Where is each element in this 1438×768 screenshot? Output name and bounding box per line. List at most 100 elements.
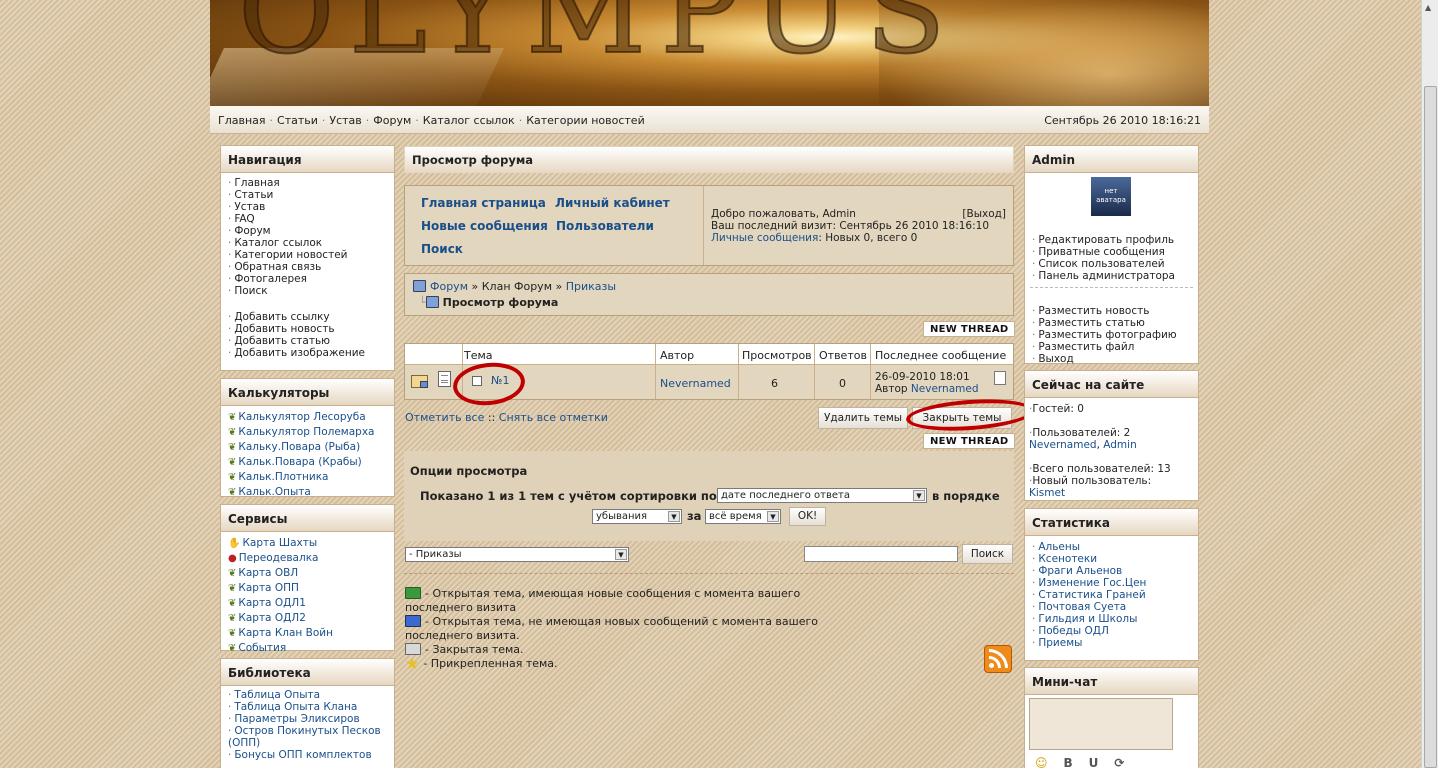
page-scrollbar[interactable]: ▲: [1421, 0, 1438, 768]
options-ok-button[interactable]: OK!: [789, 507, 826, 526]
calculator-link[interactable]: ❦ Калькулятор Полемарха: [228, 425, 387, 440]
stats-link-label[interactable]: Победы ОДЛ: [1038, 625, 1109, 637]
stats-link-label[interactable]: Изменение Гос.Цен: [1038, 577, 1146, 589]
user-menu-item-label[interactable]: Приватные сообщения: [1038, 246, 1165, 258]
calculator-link-label[interactable]: Кальк.Плотника: [238, 471, 328, 483]
add-item-label[interactable]: Добавить изображение: [234, 347, 365, 359]
nav-item[interactable]: · Главная: [228, 177, 387, 189]
order-select[interactable]: убывания ▼: [592, 509, 682, 524]
scrollbar-thumb[interactable]: [1424, 86, 1437, 768]
library-link[interactable]: · Параметры Эликсиров: [228, 713, 387, 725]
underline-icon[interactable]: U: [1089, 756, 1115, 768]
forum-jump-select[interactable]: - Приказы ▼: [405, 547, 629, 562]
library-link[interactable]: · Бонусы ОПП комплектов: [228, 749, 387, 761]
stats-link-label[interactable]: Альены: [1038, 541, 1080, 553]
service-link-label[interactable]: Карта Шахты: [242, 537, 317, 549]
rss-icon[interactable]: [984, 645, 1012, 673]
library-link-label[interactable]: Параметры Эликсиров: [234, 713, 359, 725]
calculator-link-label[interactable]: Кальк.Опыта: [238, 486, 310, 498]
nav-item[interactable]: · Форум: [228, 225, 387, 237]
stats-link[interactable]: · Статистика Граней: [1032, 589, 1191, 601]
service-link[interactable]: ❦ Карта ОВЛ: [228, 566, 387, 581]
col-last-post[interactable]: Последнее сообщение: [875, 349, 1006, 362]
user-post-item-label[interactable]: Разместить файл: [1038, 341, 1134, 353]
stats-link[interactable]: · Приемы: [1032, 637, 1191, 649]
add-item-label[interactable]: Добавить ссылку: [234, 311, 329, 323]
nav-item-label[interactable]: FAQ: [234, 213, 254, 225]
top-nav-link[interactable]: Устав: [329, 114, 361, 127]
service-link[interactable]: ❦ События: [228, 641, 387, 656]
mark-all-link[interactable]: Отметить все: [405, 411, 484, 424]
calculator-link-label[interactable]: Калькулятор Лесоруба: [238, 411, 365, 423]
library-link-label[interactable]: Таблица Опыта: [234, 689, 320, 701]
user-post-item[interactable]: · Выход: [1032, 353, 1177, 365]
last-post-author-link[interactable]: Nevernamed: [911, 383, 979, 395]
calculator-link[interactable]: ❦ Калькулятор Лесоруба: [228, 410, 387, 425]
user-post-item[interactable]: · Разместить файл: [1032, 341, 1177, 353]
stats-link-label[interactable]: Приемы: [1038, 637, 1082, 649]
add-item[interactable]: · Добавить новость: [228, 323, 387, 335]
stats-link-label[interactable]: Гильдия и Школы: [1038, 613, 1137, 625]
user-post-item[interactable]: · Разместить новость: [1032, 305, 1177, 317]
col-replies[interactable]: Ответов: [819, 349, 867, 362]
new-thread-button[interactable]: NEW THREAD: [923, 321, 1016, 337]
library-link[interactable]: · Таблица Опыта: [228, 689, 387, 701]
user-menu-item[interactable]: · Редактировать профиль: [1032, 234, 1175, 246]
nav-item-label[interactable]: Обратная связь: [234, 261, 321, 273]
calculator-link-label[interactable]: Кальк.Повара (Крабы): [238, 456, 361, 468]
stats-link[interactable]: · Альены: [1032, 541, 1191, 553]
topic-author-link[interactable]: Nevernamed: [660, 377, 731, 390]
calculator-link-label[interactable]: Калькулятор Полемарха: [238, 426, 374, 438]
stats-link-label[interactable]: Статистика Граней: [1038, 589, 1145, 601]
service-link-label[interactable]: Карта ОВЛ: [238, 567, 298, 579]
nav-item[interactable]: · Статьи: [228, 189, 387, 201]
calculator-link[interactable]: ❦ Кальку.Повара (Рыба): [228, 440, 387, 455]
new-posts-link[interactable]: Новые сообщения: [421, 219, 548, 233]
service-link-label[interactable]: События: [238, 642, 286, 654]
library-link[interactable]: · Остров Покинутых Песков (ОПП): [228, 725, 387, 749]
library-link-label[interactable]: Таблица Опыта Клана: [234, 701, 357, 713]
user-menu-item-label[interactable]: Список пользователей: [1038, 258, 1164, 270]
forum-search-button[interactable]: Поиск: [962, 544, 1013, 564]
service-link-label[interactable]: Карта ОДЛ2: [238, 612, 306, 624]
nav-item[interactable]: · FAQ: [228, 213, 387, 225]
stats-link[interactable]: · Победы ОДЛ: [1032, 625, 1191, 637]
nav-item[interactable]: · Устав: [228, 201, 387, 213]
private-messages-link[interactable]: Личные сообщения: [711, 232, 818, 244]
user-post-item-label[interactable]: Разместить фотографию: [1038, 329, 1176, 341]
user-post-item-label[interactable]: Разместить новость: [1038, 305, 1149, 317]
nav-item[interactable]: · Категории новостей: [228, 249, 387, 261]
user-menu-item-label[interactable]: Панель администратора: [1038, 270, 1175, 282]
nav-item[interactable]: · Поиск: [228, 285, 387, 297]
stats-link[interactable]: · Почтовая Суета: [1032, 601, 1191, 613]
nav-item-label[interactable]: Фотогалерея: [234, 273, 307, 285]
sort-select[interactable]: дате последнего ответа ▼: [717, 488, 927, 503]
nav-item-label[interactable]: Главная: [234, 177, 279, 189]
user-post-item[interactable]: · Разместить фотографию: [1032, 329, 1177, 341]
library-link-label[interactable]: Бонусы ОПП комплектов: [234, 749, 371, 761]
calculator-link[interactable]: ❦ Кальк.Плотника: [228, 470, 387, 485]
last-post-icon[interactable]: [994, 371, 1006, 385]
service-link[interactable]: ❦ Карта Клан Войн: [228, 626, 387, 641]
user-post-item-label[interactable]: Разместить статью: [1038, 317, 1145, 329]
user-menu-item-label[interactable]: Редактировать профиль: [1038, 234, 1174, 246]
delete-topics-button[interactable]: Удалить темы: [818, 407, 908, 429]
users-link[interactable]: Пользователи: [556, 219, 654, 233]
col-topic[interactable]: Тема: [464, 349, 493, 362]
nav-item[interactable]: · Обратная связь: [228, 261, 387, 273]
service-link[interactable]: ❦ Карта ОДЛ2: [228, 611, 387, 626]
top-nav-link[interactable]: Статьи: [277, 114, 318, 127]
user-menu-item[interactable]: · Список пользователей: [1032, 258, 1175, 270]
user-menu-item[interactable]: · Приватные сообщения: [1032, 246, 1175, 258]
top-nav-link[interactable]: Категории новостей: [526, 114, 645, 127]
user-post-item[interactable]: · Разместить статью: [1032, 317, 1177, 329]
nav-item-label[interactable]: Устав: [234, 201, 265, 213]
nav-item-label[interactable]: Поиск: [234, 285, 267, 297]
user-menu-item[interactable]: · Панель администратора: [1032, 270, 1175, 282]
top-nav-link[interactable]: Главная: [218, 114, 266, 127]
calculator-link-label[interactable]: Кальку.Повара (Рыба): [238, 441, 360, 453]
nav-item-label[interactable]: Форум: [234, 225, 270, 237]
nav-item-label[interactable]: Статьи: [234, 189, 273, 201]
scroll-up-arrow-icon[interactable]: ▲: [1425, 3, 1431, 12]
unmark-all-link[interactable]: Снять все отметки: [499, 411, 608, 424]
